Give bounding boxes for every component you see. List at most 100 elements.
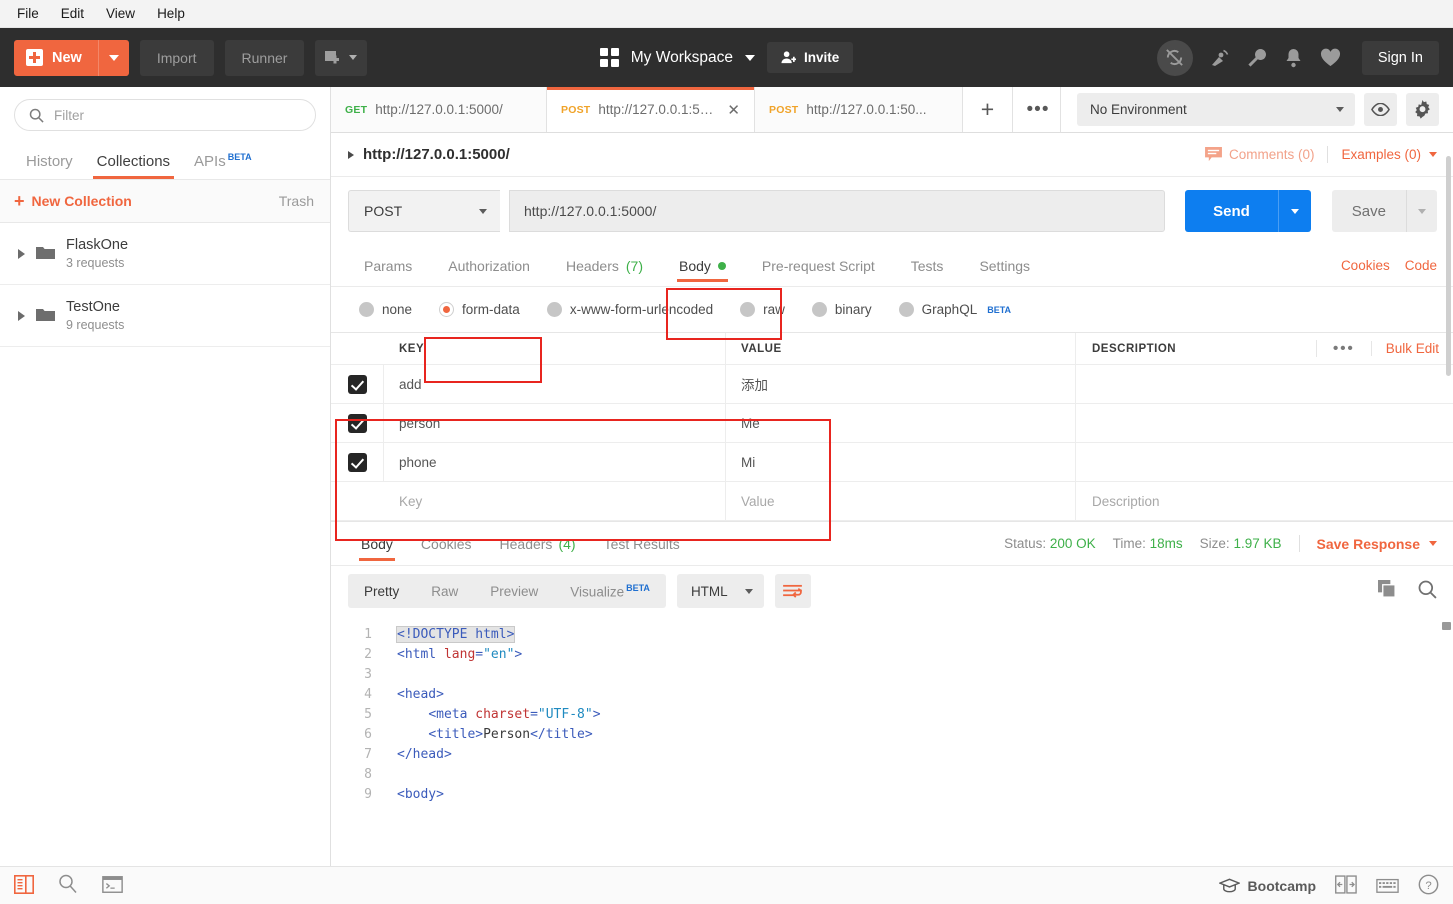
chevron-right-icon[interactable]	[18, 248, 25, 259]
view-mode-preview[interactable]: Preview	[474, 584, 554, 599]
tab-tests[interactable]: Tests	[895, 245, 960, 286]
save-options-button[interactable]	[1406, 190, 1437, 232]
request-tab-3[interactable]: POST http://127.0.0.1:50...	[755, 87, 963, 132]
body-type-graphql[interactable]: GraphQL BETA	[888, 295, 1022, 325]
sidebar-toggle-button[interactable]	[14, 874, 34, 897]
environment-selector[interactable]: No Environment	[1077, 93, 1355, 126]
row-value[interactable]: 添加	[726, 365, 1076, 403]
sidebar-tab-apis[interactable]: APIs BETA	[182, 152, 264, 179]
row-description[interactable]	[1076, 404, 1453, 442]
body-type-none[interactable]: none	[348, 295, 423, 325]
sidebar-tab-collections[interactable]: Collections	[85, 153, 182, 179]
row-description[interactable]	[1076, 443, 1453, 481]
body-type-binary[interactable]: binary	[801, 295, 883, 325]
table-row[interactable]: add 添加	[331, 365, 1453, 404]
menu-item-view[interactable]: View	[97, 3, 144, 24]
bulk-edit-button[interactable]: Bulk Edit	[1370, 341, 1453, 356]
body-type-urlencoded[interactable]: x-www-form-urlencoded	[536, 295, 724, 325]
response-tab-test-results[interactable]: Test Results	[591, 522, 693, 565]
code-line[interactable]: <body>	[397, 785, 1453, 805]
workspace-name[interactable]: My Workspace	[631, 49, 733, 67]
response-format-selector[interactable]: HTML	[676, 574, 764, 608]
chevron-right-icon[interactable]	[18, 310, 25, 321]
response-tab-body[interactable]: Body	[348, 522, 406, 565]
code-line[interactable]: <head>	[397, 685, 1453, 705]
tab-body[interactable]: Body	[663, 245, 742, 286]
heart-icon[interactable]	[1320, 48, 1341, 67]
body-type-form-data[interactable]: form-data	[428, 295, 531, 325]
page-scrollbar-thumb[interactable]	[1446, 156, 1451, 376]
menu-item-file[interactable]: File	[8, 3, 48, 24]
menu-item-edit[interactable]: Edit	[52, 3, 93, 24]
search-response-button[interactable]	[1418, 580, 1437, 602]
menu-item-help[interactable]: Help	[148, 3, 194, 24]
trash-button[interactable]: Trash	[279, 193, 314, 209]
url-input[interactable]: http://127.0.0.1:5000/	[509, 190, 1166, 232]
row-description[interactable]	[1076, 365, 1453, 403]
new-button[interactable]: New	[14, 39, 129, 76]
close-icon[interactable]: ✕	[727, 101, 740, 119]
tab-headers[interactable]: Headers (7)	[550, 245, 659, 286]
new-tab-button[interactable]: +	[963, 87, 1013, 132]
environment-quick-look-button[interactable]	[1364, 93, 1397, 126]
save-response-button[interactable]: Save Response	[1317, 536, 1437, 552]
code-line[interactable]: <meta charset="UTF-8">	[397, 705, 1453, 725]
runner-button[interactable]: Runner	[224, 39, 305, 76]
new-window-button[interactable]	[315, 39, 368, 76]
tab-settings[interactable]: Settings	[963, 245, 1046, 286]
help-button[interactable]: ?	[1418, 874, 1439, 898]
request-tab-2[interactable]: POST http://127.0.0.1:50... ✕	[547, 87, 755, 132]
comments-button[interactable]: Comments (0)	[1205, 147, 1314, 162]
new-collection-button[interactable]: + New Collection	[14, 192, 132, 210]
row-value[interactable]: Me	[726, 404, 1076, 442]
console-button[interactable]	[102, 875, 123, 896]
tab-pre-request-script[interactable]: Pre-request Script	[746, 245, 891, 286]
bootcamp-button[interactable]: Bootcamp	[1218, 878, 1316, 894]
row-value[interactable]: Mi	[726, 443, 1076, 481]
code-line[interactable]: <!DOCTYPE html>	[395, 625, 1453, 645]
tab-options-button[interactable]: •••	[1013, 87, 1063, 132]
collection-item-flaskone[interactable]: FlaskOne 3 requests	[0, 223, 330, 285]
save-button[interactable]: Save	[1331, 190, 1406, 232]
new-dropdown-button[interactable]	[97, 39, 129, 76]
examples-button[interactable]: Examples (0)	[1341, 147, 1437, 162]
invite-button[interactable]: Invite	[766, 42, 854, 73]
code-line[interactable]: <html lang="en">	[397, 645, 1453, 665]
collection-item-testone[interactable]: TestOne 9 requests	[0, 285, 330, 347]
wrap-lines-button[interactable]	[774, 574, 811, 608]
body-type-raw[interactable]: raw	[729, 295, 796, 325]
view-mode-visualize[interactable]: Visualize BETA	[554, 583, 666, 600]
new-description-input[interactable]: Description	[1076, 482, 1453, 520]
send-button[interactable]: Send	[1185, 190, 1278, 232]
view-mode-pretty[interactable]: Pretty	[348, 584, 415, 599]
code-line[interactable]: </head>	[397, 745, 1453, 765]
satellite-icon[interactable]	[1210, 48, 1230, 68]
code-line[interactable]	[397, 665, 1453, 685]
row-checkbox-cell[interactable]	[331, 365, 384, 403]
checkbox-checked-icon[interactable]	[347, 413, 367, 433]
page-scrollbar[interactable]	[1446, 46, 1453, 866]
chevron-right-icon[interactable]	[348, 150, 354, 159]
checkbox-checked-icon[interactable]	[347, 374, 367, 394]
table-row-placeholder[interactable]: Key Value Description	[331, 482, 1453, 521]
sync-off-icon[interactable]	[1156, 39, 1193, 76]
response-tab-cookies[interactable]: Cookies	[408, 522, 485, 565]
response-body-viewer[interactable]: 1 2 3 4 5 6 7 8 9 <!DOCTYPE html> <html lang="en"…	[331, 616, 1453, 904]
tab-authorization[interactable]: Authorization	[432, 245, 546, 286]
find-button[interactable]	[58, 874, 78, 897]
keyboard-shortcuts-button[interactable]	[1376, 876, 1399, 896]
two-pane-button[interactable]	[1335, 874, 1357, 897]
code-line[interactable]	[397, 765, 1453, 785]
new-value-input[interactable]: Value	[726, 482, 1076, 520]
wrench-icon[interactable]	[1247, 48, 1267, 68]
row-checkbox-cell[interactable]	[331, 443, 384, 481]
row-checkbox-cell[interactable]	[331, 404, 384, 442]
response-tab-headers[interactable]: Headers (4)	[487, 522, 589, 565]
table-row[interactable]: phone Mi	[331, 443, 1453, 482]
table-row[interactable]: person Me	[331, 404, 1453, 443]
tab-params[interactable]: Params	[348, 245, 428, 286]
new-key-input[interactable]: Key	[384, 482, 726, 520]
copy-button[interactable]	[1378, 580, 1397, 602]
bell-icon[interactable]	[1284, 48, 1303, 68]
send-options-button[interactable]	[1277, 190, 1311, 232]
